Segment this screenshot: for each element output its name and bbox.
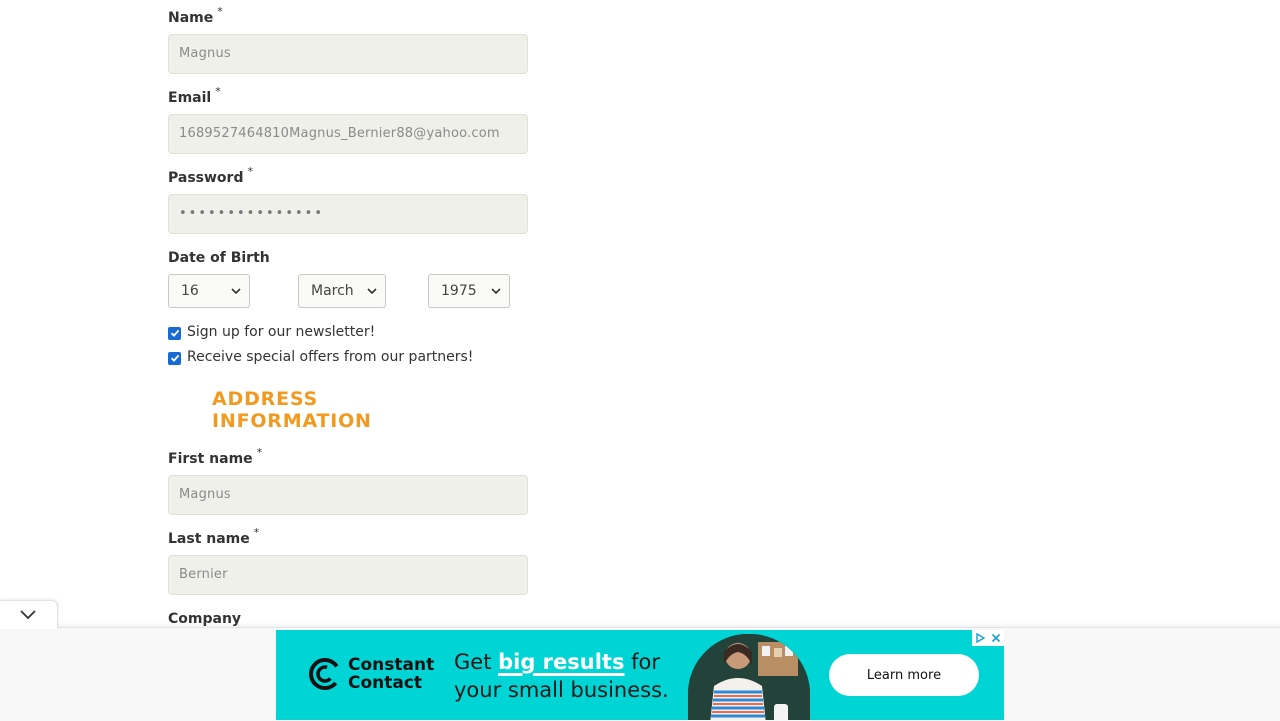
offers-label: Receive special offers from our partners…	[187, 349, 474, 365]
chevron-down-icon	[231, 275, 241, 320]
name-label-text: Name	[168, 10, 214, 26]
password-input[interactable]: •••••••••••••••	[168, 194, 528, 234]
chevron-down-icon	[491, 275, 501, 320]
ad-close-icon[interactable]	[988, 630, 1004, 646]
newsletter-option: Sign up for our newsletter!	[168, 324, 375, 340]
ad-headline-post: for	[624, 650, 661, 674]
checkmark-icon	[170, 329, 179, 337]
first-name-label: First name *	[168, 446, 262, 467]
required-marker: *	[253, 526, 260, 539]
email-label-text: Email	[168, 90, 212, 106]
first-name-label-text: First name	[168, 451, 253, 467]
name-label: Name *	[168, 5, 223, 26]
offers-checkbox[interactable]	[168, 351, 181, 365]
required-marker: *	[217, 5, 223, 18]
company-label-text: Company	[168, 611, 242, 627]
chevron-down-icon	[20, 610, 36, 620]
last-name-label-text: Last name	[168, 531, 250, 547]
first-name-input[interactable]: Magnus	[168, 475, 528, 515]
password-label: Password *	[168, 165, 253, 186]
chevron-down-icon	[367, 275, 377, 320]
dob-year-select[interactable]: 1975	[428, 274, 510, 308]
dob-year-value: 1975	[441, 283, 477, 299]
last-name-input[interactable]: Bernier	[168, 555, 528, 595]
ad-brand-line2: Contact	[348, 673, 423, 693]
dob-label: Date of Birth	[168, 250, 270, 266]
dob-label-text: Date of Birth	[168, 250, 270, 266]
offers-option: Receive special offers from our partners…	[168, 349, 473, 365]
newsletter-checkbox[interactable]	[168, 326, 181, 340]
ad-headline-pre: Get	[454, 650, 499, 674]
email-label: Email *	[168, 85, 221, 106]
ad-collapse-button[interactable]	[0, 600, 58, 629]
ad-learn-more-button[interactable]: Learn more	[829, 654, 979, 696]
ad-headline: Get big results for your small business.	[454, 648, 669, 704]
name-input[interactable]: Magnus	[168, 34, 528, 74]
dob-month-value: March	[311, 283, 354, 299]
company-label: Company	[168, 611, 241, 627]
dob-day-value: 16	[181, 283, 199, 299]
address-section-heading: ADDRESS INFORMATION	[184, 388, 512, 432]
newsletter-label: Sign up for our newsletter!	[187, 324, 376, 340]
password-label-text: Password	[168, 170, 244, 186]
dob-month-select[interactable]: March	[298, 274, 386, 308]
ad-headline-line2: your small business.	[454, 678, 669, 702]
constant-contact-logo-icon	[309, 658, 341, 690]
dob-day-select[interactable]: 16	[168, 274, 250, 308]
required-marker: *	[215, 85, 221, 98]
required-marker: *	[247, 165, 253, 178]
ad-brand-logo: Constant Contact	[308, 656, 434, 692]
last-name-label: Last name *	[168, 526, 259, 547]
ad-headline-highlight: big results	[498, 650, 625, 674]
adchoices-icon[interactable]	[972, 630, 988, 646]
ad-brand-line1: Constant	[348, 655, 435, 675]
ad-banner[interactable]: Constant Contact Get big results for you…	[276, 630, 1004, 720]
address-heading-text: ADDRESS INFORMATION	[212, 388, 372, 432]
ad-photo	[688, 634, 810, 720]
email-input[interactable]: 1689527464810Magnus_Bernier88@yahoo.com	[168, 114, 528, 154]
checkmark-icon	[170, 354, 179, 362]
required-marker: *	[256, 446, 263, 459]
woman-photo-icon	[688, 634, 810, 720]
